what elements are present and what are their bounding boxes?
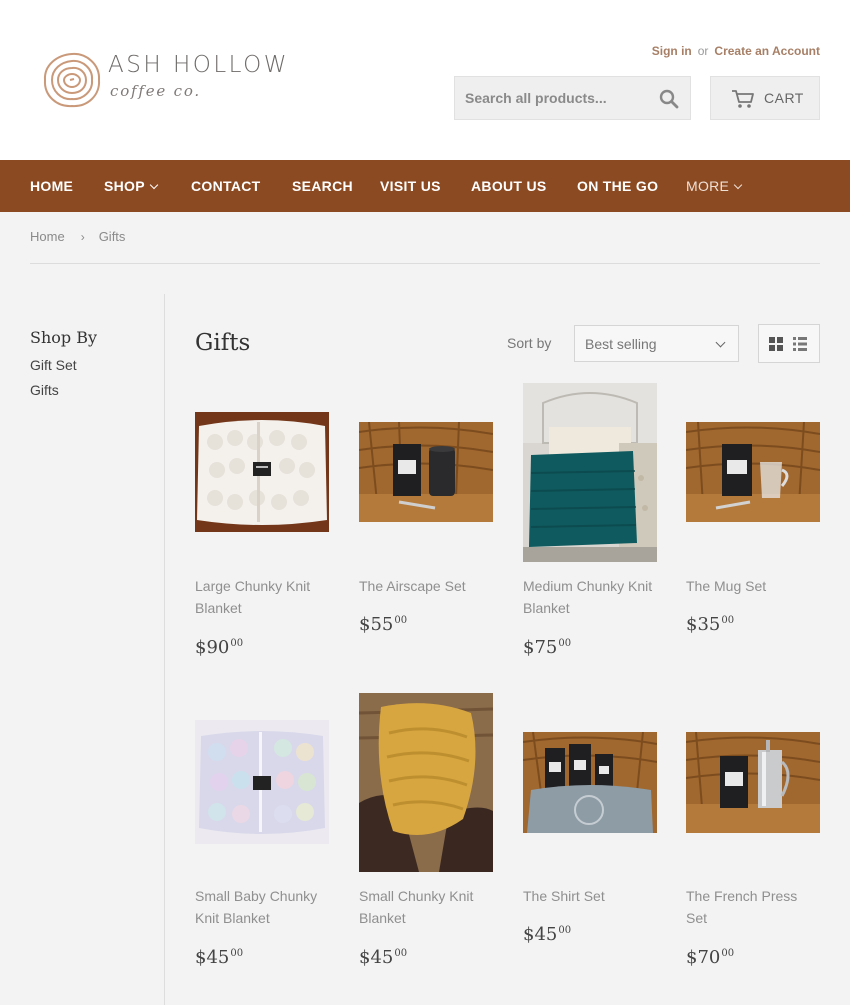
sidebar-link-gift-set[interactable]: Gift Set (30, 357, 97, 373)
nav-search[interactable]: SEARCH (292, 178, 353, 194)
tree-ring-icon (43, 52, 101, 108)
product-price: $5500 (359, 614, 407, 635)
main-nav: HOME SHOP CONTACT SEARCH VISIT US ABOUT … (0, 160, 850, 212)
create-account-link[interactable]: Create an Account (714, 44, 820, 58)
nav-contact[interactable]: CONTACT (191, 178, 261, 194)
site-header: ASH HOLLOW coffee co. Sign in or Create an… (0, 0, 850, 160)
cart-button[interactable]: CART (710, 76, 820, 120)
nav-shop[interactable]: SHOP (104, 178, 159, 194)
product-image[interactable] (359, 693, 493, 872)
product-price: $4500 (359, 947, 407, 968)
nav-visit-us[interactable]: VISIT US (380, 178, 441, 194)
account-links: Sign in or Create an Account (652, 44, 820, 58)
product-price: $4500 (523, 924, 571, 945)
nav-on-the-go[interactable]: ON THE GO (577, 178, 658, 194)
product-image[interactable] (195, 412, 329, 532)
product-image[interactable] (686, 732, 820, 833)
cart-icon (732, 90, 754, 108)
cart-label: CART (764, 90, 804, 106)
price-dollars: $45 (359, 947, 394, 968)
search-input[interactable]: Search all products... (465, 90, 607, 106)
product-name[interactable]: The Mug Set (686, 575, 820, 597)
price-cents: 00 (558, 638, 572, 649)
price-dollars: $45 (523, 924, 558, 945)
chevron-down-icon (733, 180, 743, 190)
product-price: $9000 (195, 637, 243, 658)
price-dollars: $45 (195, 947, 230, 968)
price-cents: 00 (230, 948, 244, 959)
product-name[interactable]: The Shirt Set (523, 885, 657, 907)
price-dollars: $35 (686, 614, 721, 635)
price-dollars: $90 (195, 637, 230, 658)
breadcrumb-divider (30, 263, 820, 264)
price-dollars: $75 (523, 637, 558, 658)
price-cents: 00 (558, 925, 572, 936)
sidebar-link-gifts[interactable]: Gifts (30, 382, 97, 398)
sort-label: Sort by (507, 335, 552, 351)
brand-logo[interactable]: ASH HOLLOW coffee co. (40, 50, 320, 110)
view-toggle (758, 324, 820, 363)
account-or-text: or (697, 44, 709, 58)
product-image[interactable] (523, 732, 657, 833)
breadcrumb-current: Gifts (98, 229, 126, 244)
sign-in-link[interactable]: Sign in (652, 44, 692, 58)
product-name[interactable]: The Airscape Set (359, 575, 493, 597)
sort-select[interactable]: Best selling (574, 325, 739, 362)
price-cents: 00 (394, 948, 408, 959)
product-image[interactable] (523, 383, 657, 562)
price-dollars: $70 (686, 947, 721, 968)
sidebar-title: Shop By (30, 328, 98, 347)
grid-view-icon[interactable] (769, 337, 783, 351)
product-name[interactable]: Small Baby Chunky Knit Blanket (195, 885, 329, 929)
product-price: $4500 (195, 947, 243, 968)
sidebar-divider (164, 294, 165, 1005)
product-name[interactable]: Small Chunky Knit Blanket (359, 885, 493, 929)
price-cents: 00 (721, 948, 735, 959)
sidebar: Shop By Gift Set Gifts (30, 328, 97, 407)
brand-name: ASH HOLLOW (108, 52, 289, 78)
nav-shop-label: SHOP (104, 178, 145, 194)
product-price: $7000 (686, 947, 734, 968)
list-view-icon[interactable] (793, 337, 807, 351)
product-image[interactable] (686, 422, 820, 522)
chevron-down-icon (149, 180, 159, 190)
price-cents: 00 (230, 638, 244, 649)
breadcrumb-home[interactable]: Home (30, 229, 65, 244)
breadcrumb: Home › Gifts (30, 229, 125, 244)
product-image[interactable] (195, 720, 329, 844)
sort-select-value: Best selling (585, 336, 657, 352)
product-price: $3500 (686, 614, 734, 635)
product-name[interactable]: Large Chunky Knit Blanket (195, 575, 329, 619)
product-image[interactable] (359, 422, 493, 522)
price-cents: 00 (721, 615, 735, 626)
price-dollars: $55 (359, 614, 394, 635)
nav-about-us[interactable]: ABOUT US (471, 178, 547, 194)
chevron-down-icon (715, 337, 726, 348)
product-name[interactable]: Medium Chunky Knit Blanket (523, 575, 657, 619)
nav-more[interactable]: MORE (686, 178, 743, 194)
nav-home[interactable]: HOME (30, 178, 73, 194)
product-name[interactable]: The French Press Set (686, 885, 820, 929)
breadcrumb-separator: › (80, 230, 85, 244)
price-cents: 00 (394, 615, 408, 626)
product-price: $7500 (523, 637, 571, 658)
search-bar[interactable]: Search all products... (454, 76, 691, 120)
page-title: Gifts (195, 330, 251, 356)
search-icon[interactable] (658, 88, 680, 110)
nav-more-label: MORE (686, 178, 730, 194)
brand-tagline: coffee co. (110, 82, 201, 100)
